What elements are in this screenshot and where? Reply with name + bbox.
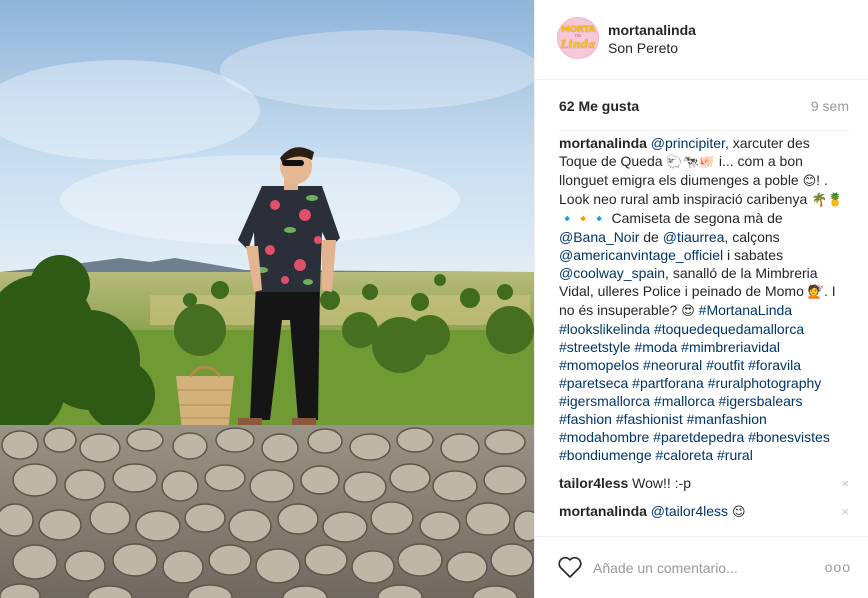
emoji: 😍 bbox=[681, 303, 695, 318]
comment-username-link[interactable]: tailor4less bbox=[559, 475, 628, 491]
emoji: 😊 bbox=[802, 173, 817, 188]
comment-text: Wow!! :-p bbox=[632, 475, 692, 491]
post-meta: 62 Me gusta 9 sem bbox=[559, 98, 849, 118]
heart-icon[interactable] bbox=[557, 555, 583, 579]
mention-link[interactable]: @principiter bbox=[651, 135, 725, 151]
post-header: MORTA na Linda mortanalinda Son Pereto bbox=[535, 0, 868, 80]
mention-link[interactable]: @coolway_spain bbox=[559, 265, 665, 281]
mention-link[interactable]: @tailor4less bbox=[651, 503, 728, 519]
photo-scene bbox=[0, 0, 534, 598]
post-details-panel: MORTA na Linda mortanalinda Son Pereto 6… bbox=[534, 0, 868, 598]
avatar[interactable]: MORTA na Linda bbox=[557, 17, 599, 59]
caption-text: de bbox=[639, 229, 663, 245]
hashtag-links[interactable]: #MortanaLinda #lookslikelinda #toquedequ… bbox=[559, 302, 830, 463]
location-link[interactable]: Son Pereto bbox=[608, 40, 678, 56]
avatar-logo-text: Linda bbox=[560, 38, 596, 51]
likes-count[interactable]: 62 Me gusta bbox=[559, 98, 639, 114]
comments-list: mortanalinda @principiter, xarcuter des … bbox=[559, 134, 849, 521]
emoji: 💇 bbox=[807, 284, 824, 299]
caption-text: i sabates bbox=[723, 247, 784, 263]
mention-link[interactable]: @americanvintage_officiel bbox=[559, 247, 723, 263]
caption-username-link[interactable]: mortanalinda bbox=[559, 135, 647, 151]
emoji: 🐑🐄🐖 bbox=[666, 154, 715, 169]
comment-username-link[interactable]: mortanalinda bbox=[559, 503, 647, 519]
more-options-icon[interactable]: ooo bbox=[825, 559, 851, 575]
delete-comment-icon[interactable]: × bbox=[841, 475, 849, 493]
add-comment-input[interactable] bbox=[593, 558, 813, 578]
mention-link[interactable]: @tiaurrea bbox=[663, 229, 725, 245]
caption-text: , calçons bbox=[724, 229, 780, 245]
post-time[interactable]: 9 sem bbox=[811, 98, 849, 114]
delete-comment-icon[interactable]: × bbox=[841, 503, 849, 521]
mention-link[interactable]: @Bana_Noir bbox=[559, 229, 639, 245]
comment-item: tailor4less Wow!! :-p × bbox=[559, 474, 849, 492]
comment-item: mortanalinda @tailor4less 😉 × bbox=[559, 502, 849, 521]
caption: mortanalinda @principiter, xarcuter des … bbox=[559, 134, 849, 464]
emoji: 😉 bbox=[731, 504, 746, 519]
comment-bar: ooo bbox=[535, 536, 868, 598]
caption-text: Camiseta de segona mà de bbox=[607, 210, 783, 226]
header-username-link[interactable]: mortanalinda bbox=[608, 22, 696, 38]
divider bbox=[559, 130, 849, 131]
post-photo[interactable] bbox=[0, 0, 534, 598]
